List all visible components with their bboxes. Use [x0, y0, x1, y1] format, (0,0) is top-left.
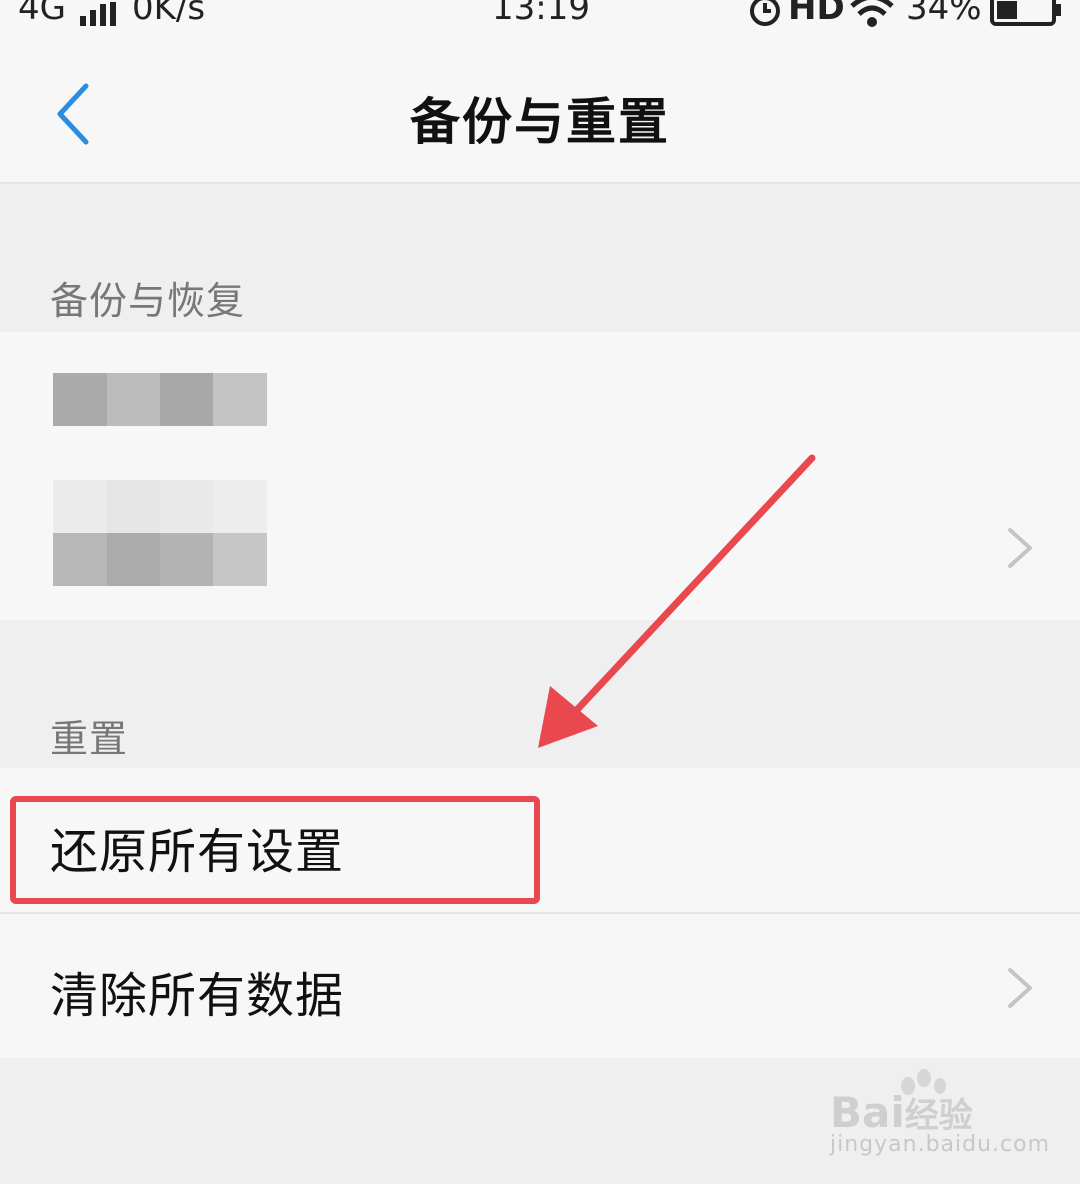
wifi-icon	[850, 0, 894, 27]
network-speed: 0K/s	[132, 0, 206, 28]
watermark-brand: Bai经验	[830, 1088, 973, 1137]
watermark-url: jingyan.baidu.com	[830, 1132, 1051, 1157]
annotation-arrow-icon	[538, 454, 816, 748]
clock: 13:19	[492, 0, 590, 28]
page-title: 备份与重置	[410, 93, 670, 151]
annotation-highlight-box	[10, 796, 540, 904]
battery-icon	[990, 0, 1061, 26]
signal-icon	[80, 2, 116, 26]
alarm-icon	[750, 0, 780, 26]
chevron-right-icon	[1008, 528, 1032, 568]
section-header-backup: 备份与恢复	[50, 279, 246, 323]
status-bar: 4G 0K/s 13:19 HD 34%	[0, 0, 1080, 32]
list-item-clear-data[interactable]: 清除所有数据	[0, 914, 1080, 1058]
list-item[interactable]	[0, 332, 1080, 462]
section-header-reset: 重置	[50, 717, 129, 761]
hd-indicator: HD	[788, 0, 845, 28]
nav-bar: 备份与重置	[0, 32, 1080, 184]
network-type: 4G	[18, 0, 66, 28]
battery-percent: 34%	[906, 0, 982, 28]
chevron-right-icon	[1008, 968, 1032, 1008]
row-label: 清除所有数据	[50, 968, 345, 1024]
